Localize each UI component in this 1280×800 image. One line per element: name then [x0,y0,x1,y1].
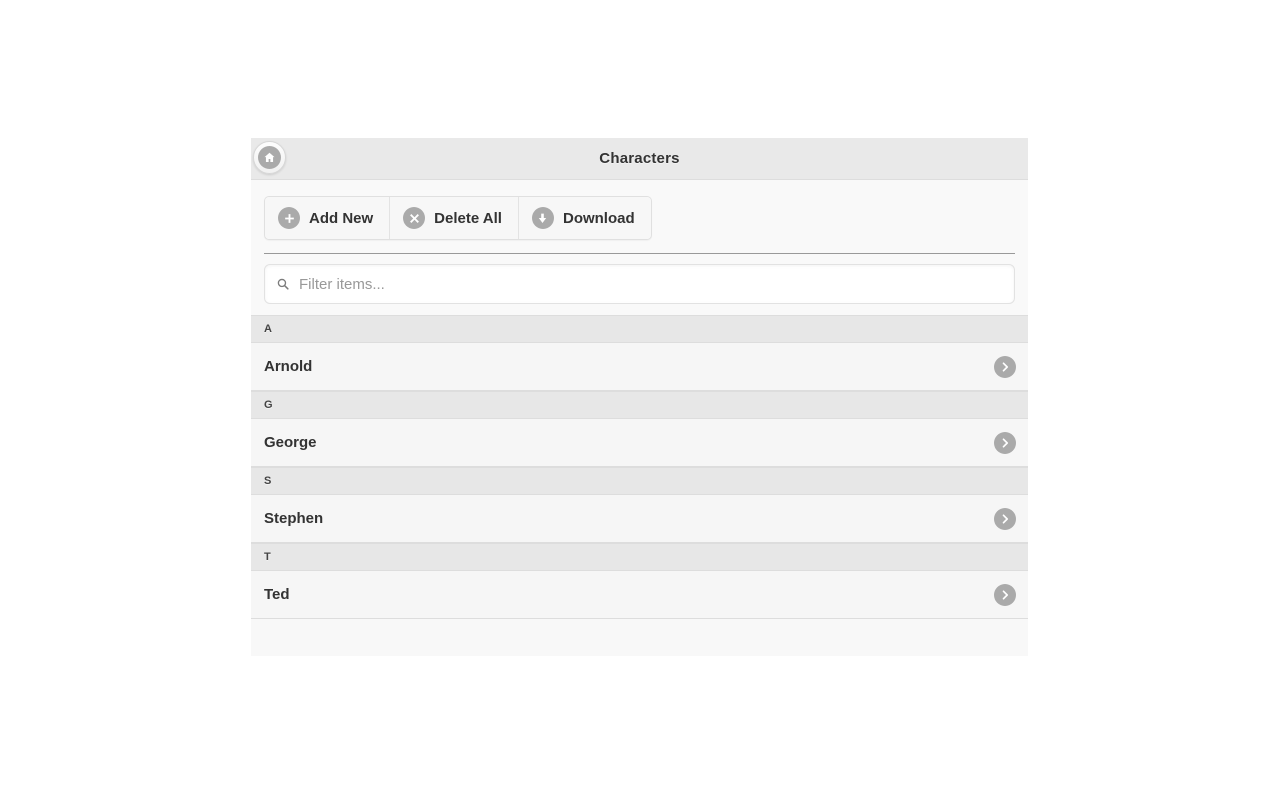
list-item-label: Ted [264,586,290,603]
list-item[interactable]: Stephen [251,495,1028,543]
page-title: Characters [599,150,680,167]
app-page: Characters Add New Delete All Download F… [251,138,1028,656]
download-label: Download [562,209,635,227]
list-item-label: George [264,434,317,451]
home-icon [258,146,281,169]
list-divider-t: T [251,543,1028,571]
list-footer-spacer [251,619,1028,656]
arrow-down-circle-icon [531,207,554,229]
characters-listview: A Arnold G George S Stephen T Ted [251,315,1028,656]
list-item-label: Stephen [264,510,324,527]
list-item[interactable]: Ted [251,571,1028,619]
list-item[interactable]: Arnold [251,343,1028,391]
list-item-label: Arnold [264,358,313,375]
chevron-right-icon [994,355,1016,378]
search-icon [276,277,290,291]
filter-container [251,254,1028,315]
list-divider-s: S [251,467,1028,495]
chevron-right-icon [994,431,1016,454]
add-new-label: Add New [309,209,374,227]
list-divider-g: G [251,391,1028,419]
home-button[interactable] [253,141,286,174]
page-header: Characters [251,138,1028,180]
toolbar: Add New Delete All Download [251,180,1028,240]
chevron-right-icon [994,507,1016,530]
filter-input[interactable] [265,265,1014,303]
list-divider-a: A [251,315,1028,343]
filter-box[interactable] [264,264,1015,304]
delete-all-label: Delete All [434,209,502,227]
list-item[interactable]: George [251,419,1028,467]
download-button[interactable]: Download [518,197,651,239]
add-new-button[interactable]: Add New [265,197,391,239]
delete-all-button[interactable]: Delete All [390,197,519,239]
chevron-right-icon [994,583,1016,606]
x-circle-icon [403,207,426,229]
toolbar-button-group: Add New Delete All Download [264,196,652,240]
plus-circle-icon [278,207,300,229]
